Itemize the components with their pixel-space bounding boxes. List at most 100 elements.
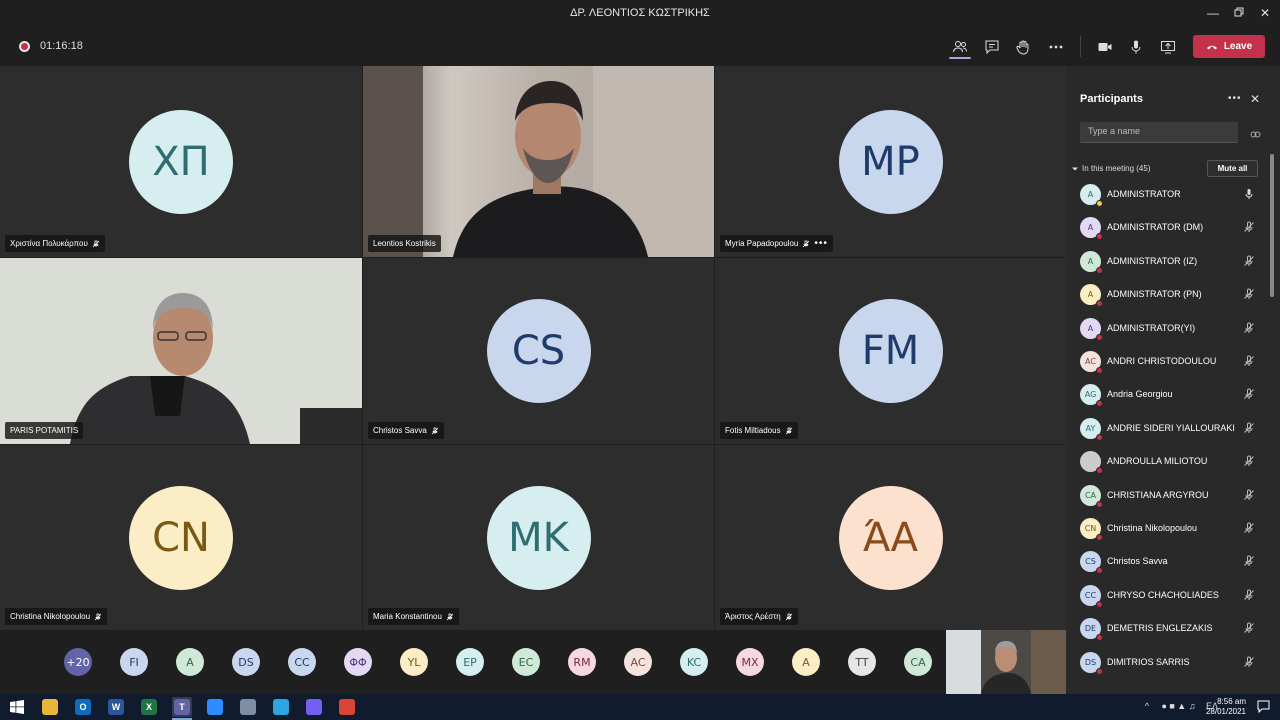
overflow-avatar[interactable]: DS (232, 648, 260, 676)
participant-row[interactable]: A ADMINISTRATOR(YI) (1066, 312, 1276, 345)
mic-muted-icon[interactable] (1243, 355, 1255, 367)
mic-muted-icon[interactable] (1243, 221, 1255, 233)
participant-name: Christina Nikolopoulou (1107, 523, 1198, 533)
participant-tile[interactable]: ΆΑ Άριστος Αρέστη (715, 445, 1066, 630)
participant-row[interactable]: A ADMINISTRATOR (DM) (1066, 211, 1276, 244)
participant-tile[interactable]: MK Maria Konstantinou (363, 445, 714, 630)
panel-scrollbar[interactable] (1270, 154, 1274, 297)
outlook-icon[interactable]: O (73, 697, 93, 717)
presence-status-icon (1096, 634, 1103, 642)
overflow-avatar[interactable]: CC (288, 648, 316, 676)
mic-muted-icon[interactable] (1243, 522, 1255, 534)
telegram-icon[interactable] (271, 697, 291, 717)
participant-tile[interactable]: MP Myria Papadopoulou ••• (715, 66, 1066, 257)
participant-video-tile[interactable]: PARIS POTAMITIS (0, 258, 362, 444)
tray-expand-icon[interactable]: ^ (1145, 701, 1149, 711)
in-meeting-section[interactable]: In this meeting (45) (1072, 164, 1150, 173)
overflow-avatar[interactable]: EC (512, 648, 540, 676)
mic-muted-icon[interactable] (1243, 589, 1255, 601)
mute-all-button[interactable]: Mute all (1207, 160, 1258, 177)
participant-search-input[interactable]: Type a name (1080, 122, 1238, 143)
overflow-avatar[interactable]: FI (120, 648, 148, 676)
overflow-avatar[interactable]: A (792, 648, 820, 676)
chrome-icon[interactable] (337, 697, 357, 717)
participant-video-tile[interactable]: Leontios Kostrikis (363, 66, 714, 257)
participant-row[interactable]: AC ANDRI CHRISTODOULOU (1066, 345, 1276, 378)
overflow-avatar[interactable]: RM (568, 648, 596, 676)
participant-row[interactable]: CA CHRISTIANA ARGYROU (1066, 479, 1276, 512)
participant-row[interactable]: AG Andria Georgiou (1066, 378, 1276, 411)
participants-panel: Participants ••• ✕ Type a name In this m… (1066, 66, 1280, 694)
participant-row[interactable]: A ADMINISTRATOR (IZ) (1066, 245, 1276, 278)
mic-muted-icon[interactable] (1243, 656, 1255, 668)
show-chat-button[interactable] (981, 36, 1003, 58)
show-participants-button[interactable] (949, 36, 971, 58)
presence-status-icon (1096, 400, 1103, 408)
participant-row[interactable]: A ADMINISTRATOR (1066, 178, 1276, 211)
mic-muted-icon[interactable] (1243, 255, 1255, 267)
overflow-avatar[interactable]: MX (736, 648, 764, 676)
participant-avatar: FM (838, 299, 943, 403)
overflow-avatar[interactable]: CA (904, 648, 932, 676)
tile-more-icon[interactable]: ••• (814, 238, 828, 249)
mic-muted-icon (92, 240, 100, 247)
participant-row[interactable]: DS DIMITRIOS SARRIS (1066, 646, 1276, 679)
overflow-avatar[interactable]: +20 (64, 648, 92, 676)
participant-row[interactable]: CN Christina Nikolopoulou (1066, 512, 1276, 545)
raise-hand-button[interactable] (1012, 36, 1034, 58)
share-invite-icon[interactable] (1250, 127, 1261, 145)
participant-row[interactable]: CS Christos Savva (1066, 545, 1276, 578)
overflow-avatar[interactable]: AC (624, 648, 652, 676)
mic-muted-icon[interactable] (1243, 422, 1255, 434)
overflow-avatar[interactable]: KC (680, 648, 708, 676)
overflow-avatar[interactable]: ΦΦ (344, 648, 372, 676)
paint-icon[interactable] (238, 697, 258, 717)
word-icon[interactable]: W (106, 697, 126, 717)
start-button[interactable] (7, 697, 27, 717)
clock-date: 28/01/2021 (1205, 707, 1246, 716)
panel-close-icon[interactable]: ✕ (1250, 92, 1260, 106)
participant-row[interactable]: DE DEMETRIS ENGLEZAKIS (1066, 612, 1276, 645)
telegram-glyph (273, 699, 289, 715)
participant-tile[interactable]: CN Christina Nikolopoulou (0, 445, 362, 630)
share-screen-button[interactable] (1157, 36, 1179, 58)
mic-muted-icon[interactable] (1243, 388, 1255, 400)
mic-muted-icon[interactable] (1243, 322, 1255, 334)
taskbar-clock[interactable]: 8:56 am 28/01/2021 (1206, 697, 1246, 717)
mic-muted-icon[interactable] (1243, 489, 1255, 501)
participant-avatar: ΆΑ (838, 485, 943, 590)
overflow-avatar[interactable]: A (176, 648, 204, 676)
overflow-avatar[interactable]: TT (848, 648, 876, 676)
participant-row[interactable]: ANDROULLA MILIOTOU (1066, 445, 1276, 478)
notification-icon[interactable] (1257, 700, 1270, 718)
mic-muted-icon[interactable] (1243, 288, 1255, 300)
mic-muted-icon[interactable] (1243, 455, 1255, 467)
presence-status-icon (1096, 567, 1103, 575)
microphone-button[interactable] (1125, 36, 1147, 58)
mic-muted-icon[interactable] (1243, 555, 1255, 567)
participant-row[interactable]: A ADMINISTRATOR (PN) (1066, 278, 1276, 311)
participant-tile[interactable]: CS Christos Savva (363, 258, 714, 444)
participant-tile[interactable]: ΧΠ Χριστίνα Πολυκάρπου (0, 66, 362, 257)
viber-icon[interactable] (304, 697, 324, 717)
camera-button[interactable] (1094, 36, 1116, 58)
microphone-icon[interactable] (1243, 188, 1255, 200)
zoom-icon[interactable] (205, 697, 225, 717)
self-view-video[interactable] (946, 630, 1066, 694)
leave-button[interactable]: Leave (1193, 35, 1265, 58)
overflow-avatar[interactable]: EP (456, 648, 484, 676)
participant-row[interactable]: CC CHRYSO CHACHOLIADES (1066, 579, 1276, 612)
teams-icon[interactable]: T (172, 697, 192, 720)
participant-row[interactable]: AY ANDRIE SIDERI YIALLOURAKI (1066, 412, 1276, 445)
participant-tile[interactable]: FM Fotis Miltiadous (715, 258, 1066, 444)
file-explorer-icon[interactable] (40, 697, 60, 717)
chevron-down-icon (1072, 167, 1078, 170)
overflow-avatar[interactable]: YL (400, 648, 428, 676)
chat-icon (985, 40, 999, 55)
close-window-button[interactable]: ✕ (1250, 4, 1280, 22)
excel-icon[interactable]: X (139, 697, 159, 717)
panel-more-icon[interactable]: ••• (1228, 93, 1242, 104)
mic-muted-icon[interactable] (1243, 622, 1255, 634)
more-icon (1049, 45, 1063, 49)
more-actions-button[interactable] (1045, 36, 1067, 58)
